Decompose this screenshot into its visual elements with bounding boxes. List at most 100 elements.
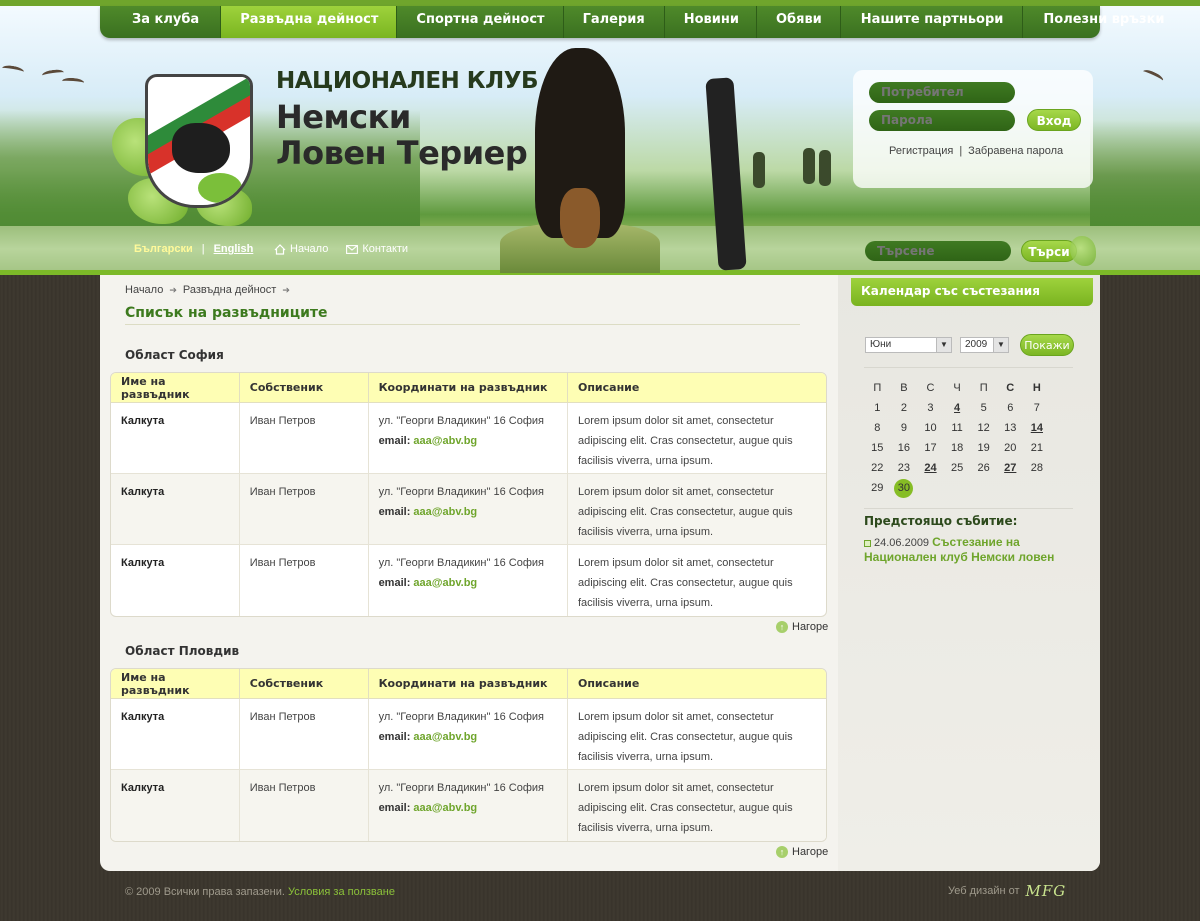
breeder-description: Lorem ipsum dolor sit amet, consectetur …: [567, 699, 826, 770]
site-title[interactable]: НАЦИОНАЛЕН КЛУБ Немски Ловен Териер: [276, 70, 538, 172]
nav-item-sports[interactable]: Спортна дейност: [397, 6, 564, 38]
nav-item-news[interactable]: Новини: [665, 6, 757, 38]
email-link[interactable]: aaa@abv.bg: [413, 731, 477, 743]
calendar-day[interactable]: 14: [1024, 418, 1051, 438]
calendar-day[interactable]: 25: [944, 458, 971, 478]
breadcrumb-breeding[interactable]: Развъдна дейност: [183, 284, 276, 296]
email-link[interactable]: aaa@abv.bg: [413, 506, 477, 518]
calendar-day[interactable]: 9: [891, 418, 918, 438]
breeder-coordinates: ул. "Георги Владикин" 16 София email: aaa…: [368, 699, 568, 770]
calendar-day[interactable]: 13: [997, 418, 1024, 438]
back-to-top-link[interactable]: ↑ Нагоре: [776, 846, 828, 858]
breeder-description: Lorem ipsum dolor sit amet, consectetur …: [567, 770, 826, 841]
bird-icon: [1141, 67, 1165, 85]
upcoming-event[interactable]: 24.06.2009 Състезание на Национален клуб…: [864, 535, 1084, 565]
weekday-label: П: [873, 382, 882, 394]
calendar-day[interactable]: 5: [970, 398, 997, 418]
calendar-day[interactable]: 11: [944, 418, 971, 438]
email-label: email:: [378, 731, 411, 743]
calendar-title: Календар със състезания: [851, 278, 1093, 306]
breeder-coordinates: ул. "Георги Владикин" 16 София email: aaa…: [368, 474, 568, 545]
nav-item-links[interactable]: Полезни връзки: [1023, 6, 1183, 38]
calendar-day[interactable]: 18: [944, 438, 971, 458]
nav-item-partners[interactable]: Нашите партньори: [841, 6, 1024, 38]
calendar-day[interactable]: 17: [917, 438, 944, 458]
back-to-top-link[interactable]: ↑ Нагоре: [776, 621, 828, 633]
breeder-owner: Иван Петров: [239, 699, 369, 770]
login-button[interactable]: Вход: [1027, 109, 1081, 131]
calendar-week: 22 23 24 25 26 27 28: [864, 458, 1074, 478]
designer-logo[interactable]: MFG: [1026, 882, 1067, 900]
calendar-day[interactable]: 4: [944, 398, 971, 418]
calendar-day[interactable]: 24: [917, 458, 944, 478]
calendar-day[interactable]: 7: [1024, 398, 1051, 418]
calendar-day[interactable]: 3: [917, 398, 944, 418]
back-to-top-label: Нагоре: [792, 621, 829, 633]
weekday-label: П: [979, 382, 988, 394]
username-field[interactable]: [869, 82, 1015, 103]
col-header-coordinates: Координати на развъдник: [368, 669, 568, 699]
calendar-day[interactable]: 30: [891, 478, 918, 498]
email-link[interactable]: aaa@abv.bg: [413, 435, 477, 447]
email-link[interactable]: aaa@abv.bg: [413, 802, 477, 814]
calendar-empty: [997, 478, 1024, 498]
col-header-description: Описание: [567, 669, 826, 699]
show-calendar-button[interactable]: Покажи: [1020, 334, 1074, 356]
nav-item-ads[interactable]: Обяви: [757, 6, 841, 38]
site-title-line3: Ловен Териер: [276, 134, 528, 172]
forgot-password-link[interactable]: Забравена парола: [968, 145, 1063, 157]
nav-item-breeding[interactable]: Развъдна дейност: [221, 6, 398, 38]
weekday-label: В: [900, 382, 908, 394]
calendar-day[interactable]: 20: [997, 438, 1024, 458]
email-link[interactable]: aaa@abv.bg: [413, 577, 477, 589]
month-select[interactable]: Юни ▼: [865, 337, 952, 353]
breeder-name: Калкута: [111, 474, 240, 545]
home-link[interactable]: Начало: [274, 243, 328, 255]
contacts-link-label: Контакти: [362, 243, 409, 255]
oak-leaf-icon: [1070, 236, 1096, 266]
breeder-owner: Иван Петров: [239, 403, 369, 474]
breeder-coordinates: ул. "Георги Владикин" 16 София email: aaa…: [368, 770, 568, 841]
calendar-day[interactable]: 22: [864, 458, 891, 478]
breadcrumb-home[interactable]: Начало: [125, 284, 163, 296]
divider: [864, 508, 1073, 509]
calendar-day[interactable]: 1: [864, 398, 891, 418]
calendar-day[interactable]: 12: [970, 418, 997, 438]
sidebar: [838, 275, 1100, 871]
contacts-link[interactable]: Контакти: [346, 243, 408, 255]
password-field[interactable]: [869, 110, 1015, 131]
calendar-day[interactable]: 15: [864, 438, 891, 458]
calendar-day[interactable]: 8: [864, 418, 891, 438]
calendar-day[interactable]: 28: [1024, 458, 1051, 478]
calendar-day[interactable]: 23: [891, 458, 918, 478]
email-label: email:: [378, 435, 411, 447]
footer-copyright: © 2009 Всички права запазени. Условия за…: [125, 886, 395, 898]
breeder-address: ул. "Георги Владикин" 16 София: [378, 486, 544, 498]
nav-item-gallery[interactable]: Галерия: [564, 6, 665, 38]
calendar-day[interactable]: 19: [970, 438, 997, 458]
terms-link[interactable]: Условия за ползване: [288, 886, 395, 898]
calendar-day[interactable]: 16: [891, 438, 918, 458]
lang-bulgarian[interactable]: Български: [134, 243, 193, 255]
calendar-day[interactable]: 29: [864, 478, 891, 498]
nav-item-about[interactable]: За клуба: [100, 6, 222, 38]
calendar-day[interactable]: 27: [997, 458, 1024, 478]
calendar-day[interactable]: 10: [917, 418, 944, 438]
breeders-table: Име на развъдник Собственик Координати н…: [110, 372, 827, 617]
calendar-day[interactable]: 21: [1024, 438, 1051, 458]
lang-english[interactable]: English: [214, 243, 254, 255]
register-link[interactable]: Регистрация: [889, 145, 953, 157]
bird-icon: [1, 64, 25, 76]
search-input[interactable]: [865, 241, 1011, 261]
year-select[interactable]: 2009 ▼: [960, 337, 1009, 353]
search-button[interactable]: Търси: [1021, 240, 1077, 262]
region-title: Област София: [125, 348, 224, 362]
club-logo[interactable]: [145, 74, 253, 208]
calendar-day[interactable]: 2: [891, 398, 918, 418]
calendar-day[interactable]: 26: [970, 458, 997, 478]
calendar-day[interactable]: 6: [997, 398, 1024, 418]
breeder-address: ул. "Георги Владикин" 16 София: [378, 711, 544, 723]
calendar-grid: П В С Ч П С Н 1 2 3 4 5 6 7 8 9 10 11 12 13 14 15 16 17 1…: [864, 378, 1074, 498]
link-separator: |: [959, 145, 963, 157]
terrier-photo: [500, 48, 660, 273]
